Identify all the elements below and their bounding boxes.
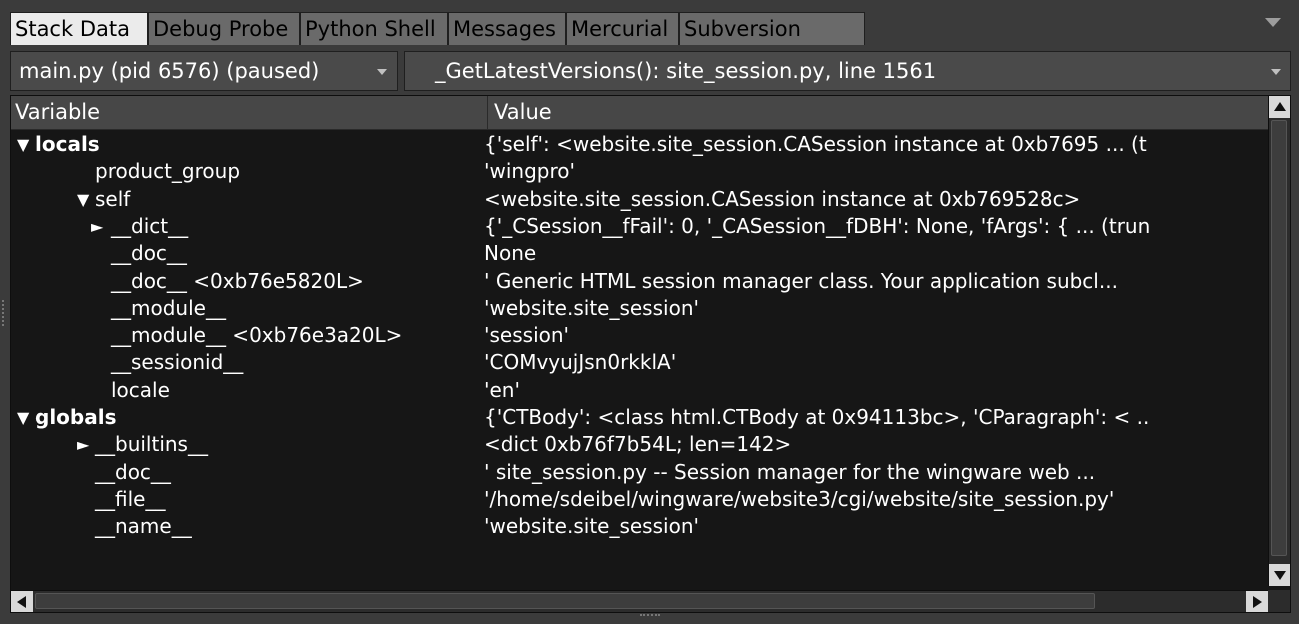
variable-value: ' site_session.py -- Session manager for… <box>484 459 1096 484</box>
variable-value: ' Generic HTML session manager class. Yo… <box>484 268 1118 293</box>
variable-value: None <box>484 241 537 266</box>
table-row[interactable]: __module__ <0xb76e3a20L> 'session' <box>11 322 1268 349</box>
table-row[interactable]: ▼ globals {'CTBody': <class html.CTBody at… <box>11 404 1268 431</box>
table-row[interactable]: product_group 'wingpro' <box>11 158 1268 185</box>
frame-selector[interactable]: _GetLatestVersions(): site_session.py, l… <box>404 51 1291 91</box>
variable-value: 'COMvyujJsn0rkklA' <box>484 350 677 375</box>
tab-bar: Stack Data Debug Probe Python Shell Mess… <box>10 10 1291 46</box>
column-header-value[interactable]: Value <box>488 96 1268 129</box>
variable-value: 'session' <box>484 323 570 348</box>
variable-name: __dict__ <box>111 213 189 238</box>
process-selector-value: main.py (pid 6576) (paused) <box>19 59 320 83</box>
expanded-triangle-icon[interactable]: ▼ <box>17 404 29 431</box>
table-row[interactable]: __doc__ None <box>11 240 1268 267</box>
variable-value: {'_CSession__fFail': 0, '_CASession__fDB… <box>484 213 1151 238</box>
variable-value: 'website.site_session' <box>484 514 699 539</box>
variable-value: <dict 0xb76f7b54L; len=142> <box>484 432 792 457</box>
collapsed-triangle-icon[interactable]: ► <box>91 213 103 240</box>
horizontal-scroll-thumb[interactable] <box>35 593 1095 609</box>
variable-value: '/home/sdeibel/wingware/website3/cgi/web… <box>484 486 1115 511</box>
grid-rows: ▼ locals {'self': <website.site_session.CA… <box>11 131 1268 581</box>
scroll-down-arrow-icon[interactable] <box>1269 564 1290 586</box>
vertical-scroll-thumb[interactable] <box>1271 120 1287 556</box>
variable-value: 'wingpro' <box>484 159 575 184</box>
tab-stack-data[interactable]: Stack Data <box>10 12 148 45</box>
tab-subversion[interactable]: Subversion <box>679 12 865 45</box>
scroll-right-arrow-icon[interactable] <box>1246 591 1268 612</box>
chevron-down-icon <box>377 69 387 75</box>
table-row[interactable]: __module__ 'website.site_session' <box>11 295 1268 322</box>
variable-name: globals <box>35 405 117 429</box>
variable-name: __doc__ <0xb76e5820L> <box>111 268 364 293</box>
variable-value: {'CTBody': <class html.CTBody at 0x94113… <box>484 405 1150 429</box>
variable-name: __builtins__ <box>95 432 208 457</box>
tab-debug-probe[interactable]: Debug Probe <box>148 12 300 45</box>
scroll-up-arrow-icon[interactable] <box>1269 96 1290 118</box>
chevron-down-icon <box>1271 69 1281 75</box>
collapsed-triangle-icon[interactable]: ► <box>77 431 89 458</box>
tab-menu-chevron-down-icon[interactable] <box>1265 18 1281 27</box>
table-row[interactable]: __doc__ <0xb76e5820L> ' Generic HTML sess… <box>11 268 1268 295</box>
expanded-triangle-icon[interactable]: ▼ <box>77 186 89 213</box>
tab-python-shell[interactable]: Python Shell <box>300 12 448 45</box>
table-row[interactable]: __file__ '/home/sdeibel/wingware/website3… <box>11 486 1268 513</box>
grid-header: Variable Value <box>11 96 1268 130</box>
table-row[interactable]: __doc__ ' site_session.py -- Session mana… <box>11 459 1268 486</box>
frame-selector-value: _GetLatestVersions(): site_session.py, l… <box>435 59 937 83</box>
stack-data-panel: Stack Data Debug Probe Python Shell Mess… <box>0 0 1299 624</box>
variable-name: __doc__ <box>111 241 187 266</box>
horizontal-scrollbar[interactable] <box>11 590 1268 612</box>
variable-name: __name__ <box>95 514 192 539</box>
variable-value: <website.site_session.CASession instance… <box>484 186 1081 211</box>
tab-mercurial[interactable]: Mercurial <box>566 12 679 45</box>
variable-name: __module__ <0xb76e3a20L> <box>111 323 403 348</box>
variable-name: locale <box>111 377 170 402</box>
scroll-left-arrow-icon[interactable] <box>11 591 33 612</box>
variable-name: self <box>95 186 131 211</box>
expanded-triangle-icon[interactable]: ▼ <box>17 131 29 158</box>
process-selector[interactable]: main.py (pid 6576) (paused) <box>10 51 398 91</box>
column-header-variable[interactable]: Variable <box>11 96 488 129</box>
variable-name: __module__ <box>111 295 226 320</box>
table-row[interactable]: __name__ 'website.site_session' <box>11 513 1268 540</box>
variables-grid: Variable Value ▼ locals {'self': <website.… <box>10 95 1291 613</box>
variable-name: product_group <box>95 159 241 184</box>
variable-name: locals <box>35 132 100 156</box>
table-row[interactable]: locale 'en' <box>11 377 1268 404</box>
table-row[interactable]: ▼ locals {'self': <website.site_session.CA… <box>11 131 1268 158</box>
variable-value: {'self': <website.site_session.CASession… <box>484 132 1147 156</box>
vertical-scrollbar[interactable] <box>1268 96 1290 586</box>
table-row[interactable]: __sessionid__ 'COMvyujJsn0rkklA' <box>11 349 1268 376</box>
variable-value: 'en' <box>484 377 520 402</box>
variable-name: __sessionid__ <box>111 350 244 375</box>
table-row[interactable]: ▼ self <website.site_session.CASession ins… <box>11 186 1268 213</box>
variable-value: 'website.site_session' <box>484 295 699 320</box>
variable-name: __doc__ <box>95 459 171 484</box>
scrollbar-corner <box>1268 590 1290 612</box>
variable-name: __file__ <box>95 486 166 511</box>
resize-grip-icon[interactable] <box>640 614 660 619</box>
table-row[interactable]: ► __dict__ {'_CSession__fFail': 0, '_CASes… <box>11 213 1268 240</box>
table-row[interactable]: ► __builtins__ <dict 0xb76f7b54L; len=142> <box>11 431 1268 458</box>
resize-grip-icon[interactable] <box>2 300 7 326</box>
tab-messages[interactable]: Messages <box>448 12 566 45</box>
